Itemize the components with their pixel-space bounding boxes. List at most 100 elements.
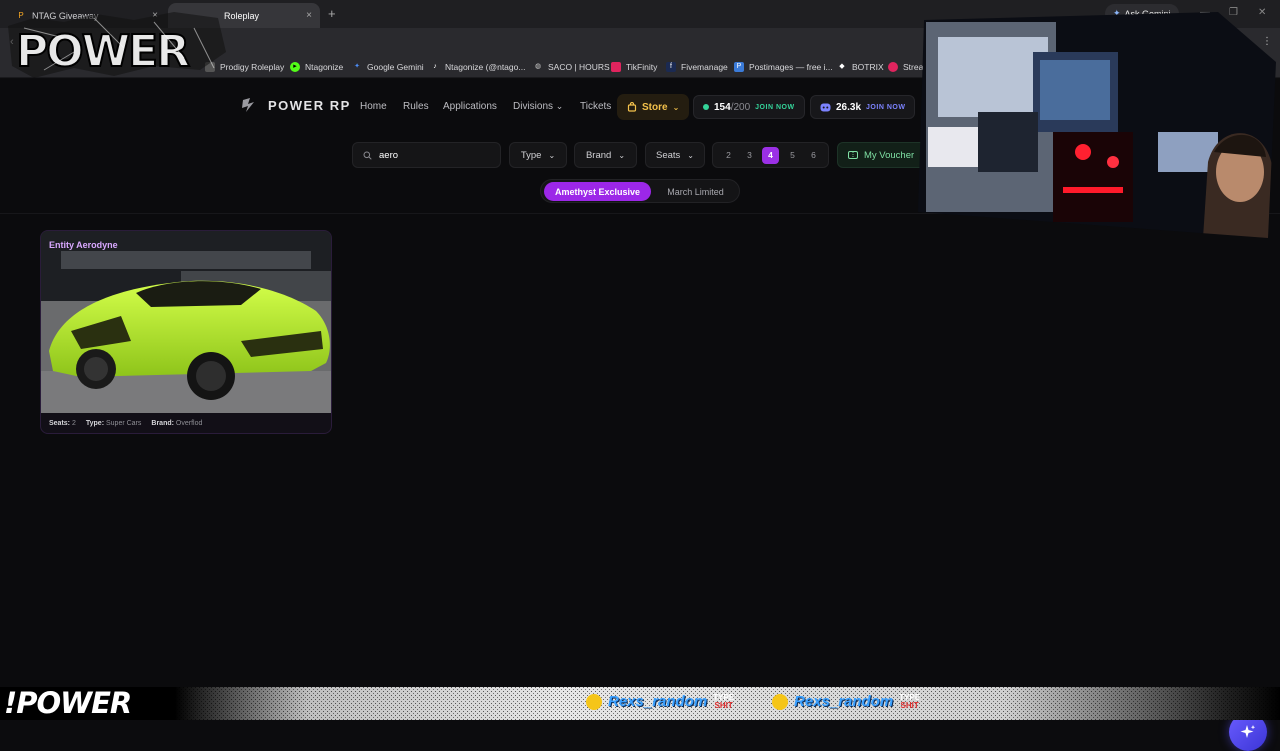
vehicle-image <box>41 231 331 413</box>
postimages-icon: P <box>734 62 744 72</box>
bookmark-label: TikFinity <box>626 62 658 72</box>
fivemanage-icon: f <box>666 62 676 72</box>
brand-name: POWER RP <box>268 97 351 113</box>
bookmark-label: Google Gemini <box>367 62 424 72</box>
bookmark-label: Fivemanage <box>681 62 728 72</box>
nav-rules[interactable]: Rules <box>403 101 429 112</box>
discord-member-count: 26.3k <box>836 101 862 113</box>
type-filter-label: Type <box>520 149 542 161</box>
players-max: /200 <box>730 101 751 113</box>
bookmark-google-gemini[interactable]: ✦ Google Gemini <box>352 56 424 78</box>
brand-key: Brand: <box>151 420 174 427</box>
vehicle-specs: Seats: 2 Type: Super Cars Brand: Overflo… <box>49 420 202 427</box>
play-icon: ▸ <box>290 62 300 72</box>
nav-applications[interactable]: Applications <box>443 101 497 112</box>
brand-value: Overflod <box>175 420 203 427</box>
chevron-down-icon: ⌄ <box>618 150 626 160</box>
online-dot-icon <box>703 104 709 110</box>
badge-bottom-text: SHIT <box>714 700 733 710</box>
vehicle-search-field[interactable] <box>352 142 501 168</box>
seats-filter-label: Seats <box>656 149 681 161</box>
bookmark-label: Ntagonize (@ntago... <box>445 62 526 72</box>
new-tab-button[interactable]: + <box>328 6 336 21</box>
vehicle-seats: Seats: 2 <box>49 420 76 427</box>
site-brand[interactable]: POWER RP <box>240 96 351 114</box>
vehicle-brand: Brand: Overflod <box>151 420 202 427</box>
type-badge-icon: TYPE SHIT <box>899 693 920 710</box>
nav-tickets[interactable]: Tickets <box>580 101 611 112</box>
tiktok-icon: ♪ <box>433 63 437 70</box>
my-voucher-button[interactable]: My Voucher <box>837 142 927 168</box>
bookmark-fivemanage[interactable]: f Fivemanage <box>666 56 728 78</box>
store-bag-icon <box>627 102 637 112</box>
ticker-username-1: Rexs_random TYPE SHIT <box>586 693 734 710</box>
botrix-icon: ◆ <box>839 63 845 70</box>
power-rp-logo-icon <box>242 98 254 112</box>
discord-join-now: JOIN NOW <box>866 103 906 111</box>
globe-icon: ◍ <box>534 63 542 70</box>
chevron-down-icon: ⌄ <box>555 101 564 111</box>
badge-bottom-text: SHIT <box>900 700 919 710</box>
search-icon <box>363 151 372 160</box>
brand-filter-dropdown[interactable]: Brand ⌄ <box>574 142 637 168</box>
ticker-username-text: Rexs_random <box>608 693 708 710</box>
page-button-2[interactable]: 2 <box>720 147 737 164</box>
bookmark-postimages[interactable]: P Postimages — free i... <box>734 56 833 78</box>
segment-amethyst-exclusive[interactable]: Amethyst Exclusive <box>544 182 651 201</box>
streamer-webcam-overlay <box>918 12 1276 238</box>
emoji-icon <box>586 693 602 710</box>
seats-value: 2 <box>71 420 76 427</box>
bookmark-ntagonize-tiktok[interactable]: ♪ Ntagonize (@ntago... <box>430 56 525 78</box>
seats-filter-dropdown[interactable]: Seats ⌄ <box>645 142 705 168</box>
bookmark-saco-hours[interactable]: ◍ SACO | HOURS <box>533 56 610 78</box>
vehicle-card[interactable]: Entity Aerodyne Seats: 2 Type: Super Car… <box>40 230 332 434</box>
vehicle-type: Type: Super Cars <box>86 420 142 427</box>
nav-divisions-label: Divisions <box>513 101 554 112</box>
brand-filter-label: Brand <box>585 149 612 161</box>
bookmark-botrix[interactable]: ◆ BOTRIX <box>837 56 884 78</box>
discord-icon <box>820 103 831 111</box>
store-button[interactable]: Store ⌄ <box>617 94 690 120</box>
players-online-count: 154 <box>714 101 731 113</box>
page-button-4-active[interactable]: 4 <box>762 147 779 164</box>
ticker-brand-text: !POWER <box>4 687 132 720</box>
power-stream-logo: POWER <box>8 12 226 78</box>
type-filter-dropdown[interactable]: Type ⌄ <box>509 142 567 168</box>
seats-key: Seats: <box>49 420 71 427</box>
sparkle-icon <box>1240 725 1256 738</box>
page-button-3[interactable]: 3 <box>741 147 758 164</box>
segment-march-limited[interactable]: March Limited <box>653 182 738 201</box>
tikfinity-icon <box>611 62 621 72</box>
my-voucher-label: My Voucher <box>864 149 915 161</box>
chevron-down-icon: ⌄ <box>548 150 556 160</box>
players-online-button[interactable]: 154 /200 JOIN NOW <box>693 95 805 119</box>
emoji-icon <box>772 693 788 710</box>
tab-close-icon[interactable]: × <box>306 10 312 21</box>
type-badge-icon: TYPE SHIT <box>713 693 734 710</box>
search-input[interactable] <box>379 149 489 161</box>
bookmark-label: Postimages — free i... <box>749 62 833 72</box>
nav-home[interactable]: Home <box>360 101 387 112</box>
type-key: Type: <box>85 420 105 427</box>
bookmark-label: BOTRIX <box>852 62 884 72</box>
stream-ticker-bar: !POWER Rexs_random TYPE SHIT Rexs_random … <box>0 687 1280 720</box>
collection-toggle: Amethyst Exclusive March Limited <box>540 179 740 203</box>
vehicle-name: Entity Aerodyne <box>49 240 118 250</box>
bookmark-label: SACO | HOURS <box>548 62 610 72</box>
gemini-icon: ✦ <box>354 63 360 70</box>
type-value: Super Cars <box>105 420 142 427</box>
nav-divisions[interactable]: Divisions ⌄ <box>513 101 563 112</box>
bookmark-tikfinity[interactable]: TikFinity <box>611 56 657 78</box>
discord-button[interactable]: 26.3k JOIN NOW <box>810 95 916 119</box>
ticker-username-2: Rexs_random TYPE SHIT <box>772 693 920 710</box>
players-join-now: JOIN NOW <box>755 103 795 111</box>
chevron-down-icon: ⌄ <box>687 150 694 160</box>
ticker-username-text: Rexs_random <box>794 693 894 710</box>
bookmark-label: Ntagonize <box>305 62 344 72</box>
chevron-down-icon: ⌄ <box>672 102 680 112</box>
store-label: Store <box>642 101 668 113</box>
bookmark-ntagonize[interactable]: ▸ Ntagonize <box>290 56 343 78</box>
page-button-6[interactable]: 6 <box>805 147 822 164</box>
page-button-5[interactable]: 5 <box>784 147 801 164</box>
stream-icon <box>888 62 898 72</box>
